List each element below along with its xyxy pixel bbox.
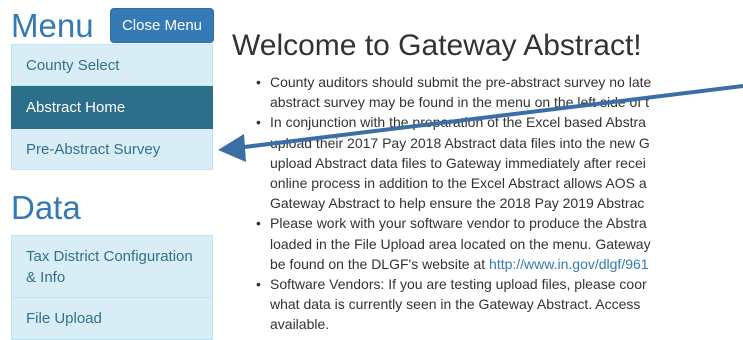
annotation-arrow-icon: [218, 84, 743, 162]
